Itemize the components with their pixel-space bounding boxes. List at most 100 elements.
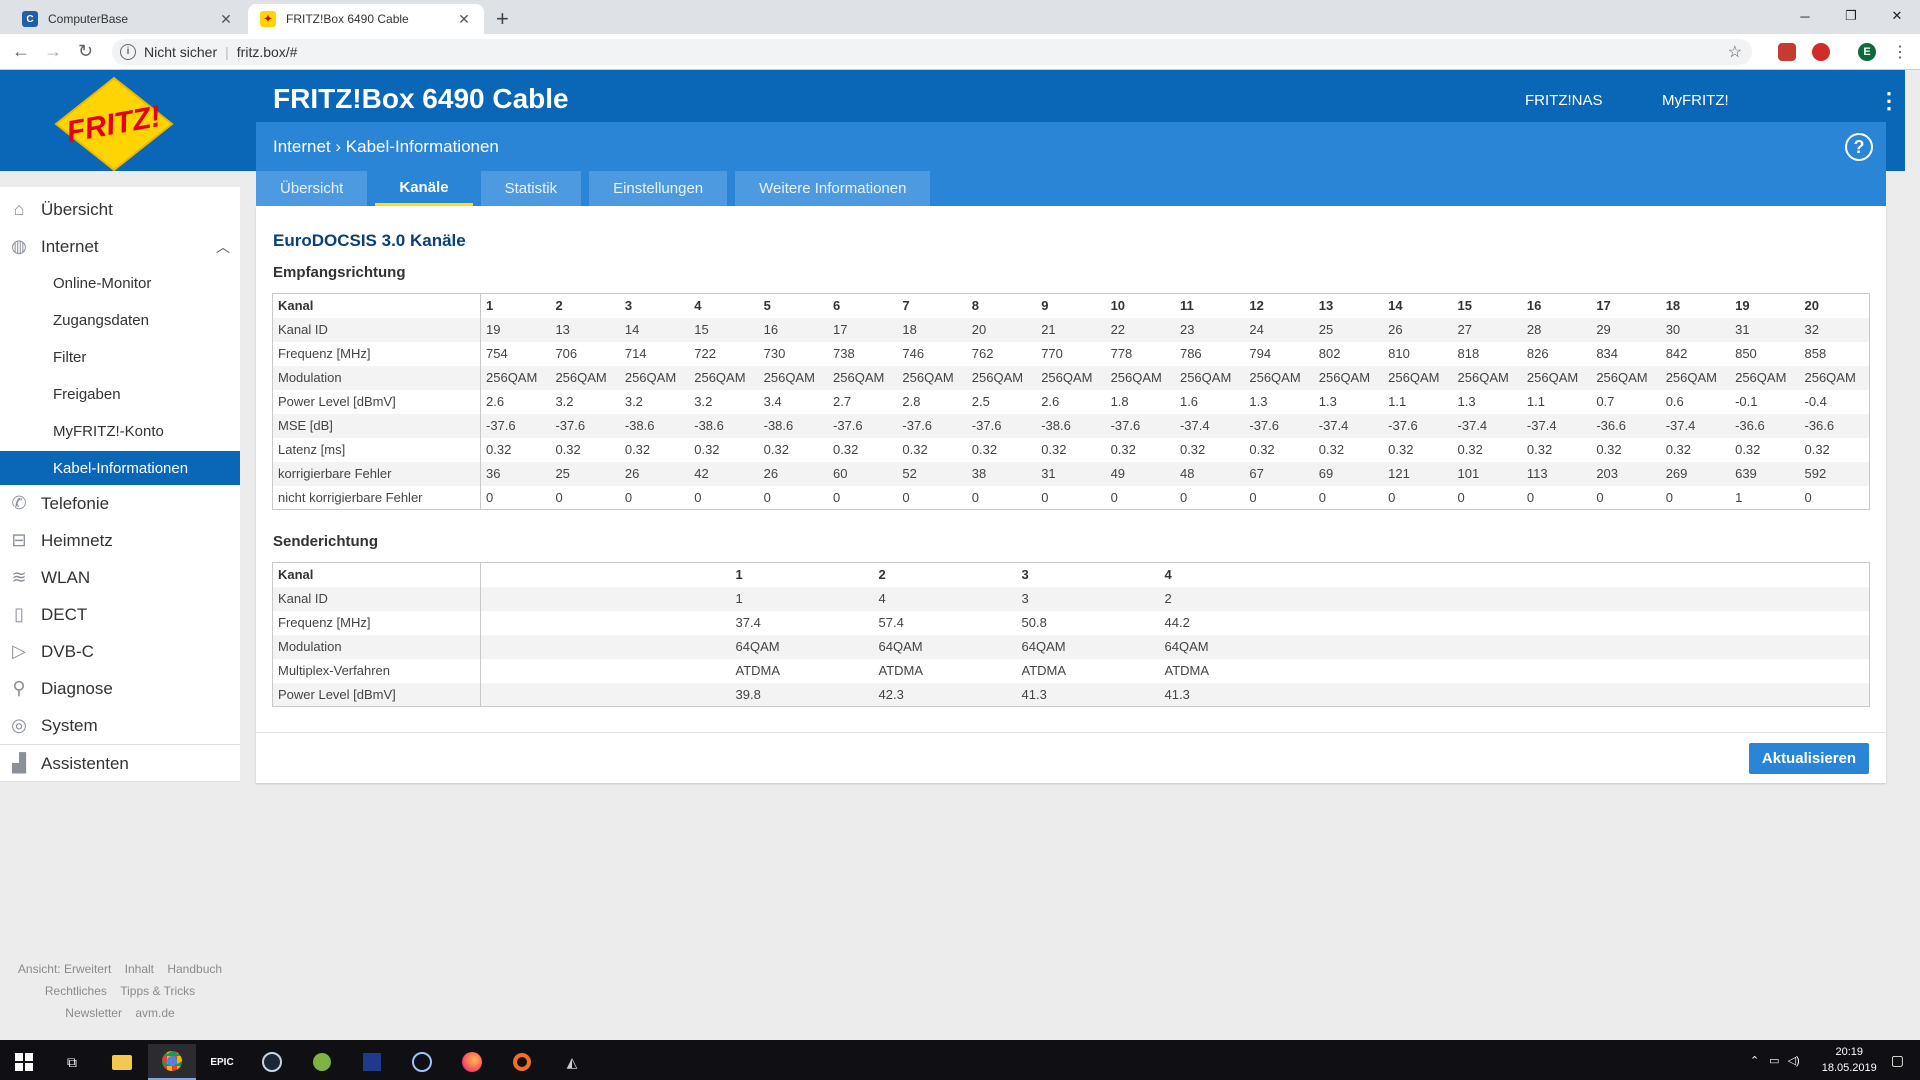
app-icon[interactable] xyxy=(298,1044,346,1080)
network-icon: ⊟ xyxy=(11,530,27,550)
sidebar-item-heimnetz[interactable]: ⊟ Heimnetz xyxy=(0,523,240,558)
sidebar-item-dvbc[interactable]: ▷ DVB-C xyxy=(0,634,240,669)
clock[interactable]: 20:19 18.05.2019 xyxy=(1822,1044,1877,1076)
upstream-cell: 64QAM xyxy=(873,634,1017,659)
tab-title: ComputerBase xyxy=(48,12,129,26)
tab-kanaele[interactable]: Kanäle xyxy=(375,171,473,206)
browser-menu-icon[interactable]: ⋮ xyxy=(1892,42,1908,62)
explorer-icon[interactable] xyxy=(98,1044,146,1080)
sidebar-item-assistenten[interactable]: ▟ Assistenten xyxy=(0,746,240,781)
tab-statistik[interactable]: Statistik xyxy=(480,171,582,206)
steam-icon[interactable] xyxy=(248,1044,296,1080)
downstream-cell: 10 xyxy=(1110,298,1126,314)
footer-link-ansicht[interactable]: Ansicht: Erweitert xyxy=(18,962,111,976)
network-tray-icon[interactable]: ▭ xyxy=(1769,1054,1779,1067)
sidebar-item-internet[interactable]: ◍ Internet ︿ xyxy=(0,229,240,264)
bookmark-star-icon[interactable]: ☆ xyxy=(1728,42,1742,62)
downstream-cell: 256QAM xyxy=(758,365,829,390)
upstream-spacer-cell xyxy=(1755,611,1870,635)
upstream-row-label: Kanal ID xyxy=(272,586,481,611)
fritznas-link[interactable]: FRITZ!NAS xyxy=(1525,92,1603,109)
tab-weitere-informationen[interactable]: Weitere Informationen xyxy=(735,171,931,206)
adblock-extension-icon[interactable] xyxy=(1812,43,1830,61)
sidebar-sub-freigaben[interactable]: Freigaben xyxy=(0,377,240,411)
sidebar-sub-myfritz-konto[interactable]: MyFRITZ!-Konto xyxy=(0,414,240,448)
downstream-cell: -37.6 xyxy=(828,413,898,438)
reload-icon[interactable]: ↻ xyxy=(78,41,93,62)
downstream-cell: 0 xyxy=(1179,489,1188,505)
downstream-row-label: Latenz [ms] xyxy=(272,437,481,462)
task-view-icon[interactable]: ⧉ xyxy=(48,1044,96,1080)
sidebar-sub-filter[interactable]: Filter xyxy=(0,340,240,374)
footer-link-inhalt[interactable]: Inhalt xyxy=(125,962,154,976)
sidebar-item-wlan[interactable]: ≋ WLAN xyxy=(0,560,240,595)
forward-icon[interactable]: → xyxy=(44,41,62,62)
refresh-button[interactable]: Aktualisieren xyxy=(1749,743,1869,774)
sidebar-item-dect[interactable]: ▯ DECT xyxy=(0,597,240,632)
app-icon[interactable]: ◭ xyxy=(548,1044,596,1080)
notification-icon[interactable]: ▢ xyxy=(1891,1052,1904,1069)
downstream-cell: 69 xyxy=(1313,461,1384,486)
sidebar-item-telefonie[interactable]: ✆ Telefonie xyxy=(0,486,240,521)
tab-uebersicht[interactable]: Übersicht xyxy=(256,171,368,206)
downstream-cell: 0 xyxy=(1318,489,1326,505)
tray-chevron-up-icon[interactable]: ⌃ xyxy=(1750,1054,1759,1067)
app-icon[interactable] xyxy=(348,1044,396,1080)
downstream-cell: 0 xyxy=(1665,489,1673,505)
sidebar-sub-online-monitor[interactable]: Online-Monitor xyxy=(0,266,240,300)
downstream-cell: -36.6 xyxy=(1591,413,1661,438)
downstream-cell: 0.32 xyxy=(1735,442,1761,457)
close-tab-icon[interactable]: ✕ xyxy=(218,11,234,28)
origin-icon[interactable] xyxy=(498,1044,546,1080)
sidebar-item-system[interactable]: ◎ System xyxy=(0,708,240,743)
downstream-cell: 778 xyxy=(1110,346,1133,361)
sidebar-sub-zugangsdaten[interactable]: Zugangsdaten xyxy=(0,303,240,337)
info-icon[interactable]: i xyxy=(120,44,136,60)
footer-link-newsletter[interactable]: Newsletter xyxy=(65,1006,122,1020)
upstream-cell: 4 xyxy=(1164,567,1172,583)
help-icon[interactable]: ? xyxy=(1845,133,1873,161)
downstream-cell: -37.6 xyxy=(897,413,967,438)
start-icon[interactable] xyxy=(0,1044,48,1080)
chevron-up-icon[interactable]: ︿ xyxy=(216,237,230,257)
downstream-cell: -0.4 xyxy=(1804,394,1827,409)
fritz-logo[interactable]: FRITZ! xyxy=(54,76,174,172)
pdf-extension-icon[interactable] xyxy=(1778,43,1796,61)
sidebar-sub-kabel-informationen[interactable]: Kabel-Informationen xyxy=(0,451,240,485)
header-menu-icon[interactable]: ⋮ xyxy=(1878,88,1900,114)
footer-link-handbuch[interactable]: Handbuch xyxy=(167,962,222,976)
app-icon[interactable] xyxy=(398,1044,446,1080)
computerbase-favicon-icon: C xyxy=(22,11,38,27)
browser-tab-computerbase[interactable]: C ComputerBase ✕ xyxy=(10,4,246,34)
breadcrumb-internet[interactable]: Internet xyxy=(273,137,331,156)
downstream-cell: 1.6 xyxy=(1179,394,1199,409)
chrome-icon[interactable] xyxy=(148,1044,196,1080)
back-icon[interactable]: ← xyxy=(12,41,30,62)
sidebar-item-diagnose[interactable]: ⚲ Diagnose xyxy=(0,671,240,706)
downstream-cell: 3.2 xyxy=(624,394,643,409)
omnibox[interactable]: i Nicht sicher | fritz.box/# ☆ xyxy=(112,39,1752,65)
footer-link-tipps[interactable]: Tipps & Tricks xyxy=(120,984,195,998)
browser-tab-fritzbox[interactable]: ✦ FRITZ!Box 6490 Cable ✕ xyxy=(248,4,484,34)
close-tab-icon[interactable]: ✕ xyxy=(456,11,472,28)
minimize-icon[interactable]: ─ xyxy=(1782,0,1828,32)
tab-einstellungen[interactable]: Einstellungen xyxy=(589,171,728,206)
footer-link-rechtliches[interactable]: Rechtliches xyxy=(45,984,107,998)
maximize-icon[interactable]: ❐ xyxy=(1828,0,1874,32)
footer-link-avm[interactable]: avm.de xyxy=(135,1006,174,1020)
epic-games-icon[interactable]: EPIC xyxy=(198,1044,246,1080)
volume-icon[interactable]: ◁) xyxy=(1788,1054,1800,1067)
sidebar-item-uebersicht[interactable]: ⌂ Übersicht xyxy=(0,192,240,227)
url-text[interactable]: fritz.box/# xyxy=(237,44,298,60)
downstream-cell: 826 xyxy=(1526,346,1549,361)
clock-time: 20:19 xyxy=(1835,1046,1863,1058)
close-window-icon[interactable]: ✕ xyxy=(1874,0,1920,32)
new-tab-icon[interactable]: + xyxy=(496,6,509,32)
window-controls: ─ ❐ ✕ xyxy=(1782,0,1920,32)
downstream-row-label: Modulation xyxy=(272,365,481,390)
firefox-icon[interactable] xyxy=(448,1044,496,1080)
phone-icon: ✆ xyxy=(11,493,27,513)
profile-avatar[interactable]: E xyxy=(1858,43,1876,61)
downstream-cell: 0.32 xyxy=(1041,442,1067,457)
myfritz-link[interactable]: MyFRITZ! xyxy=(1662,92,1729,109)
